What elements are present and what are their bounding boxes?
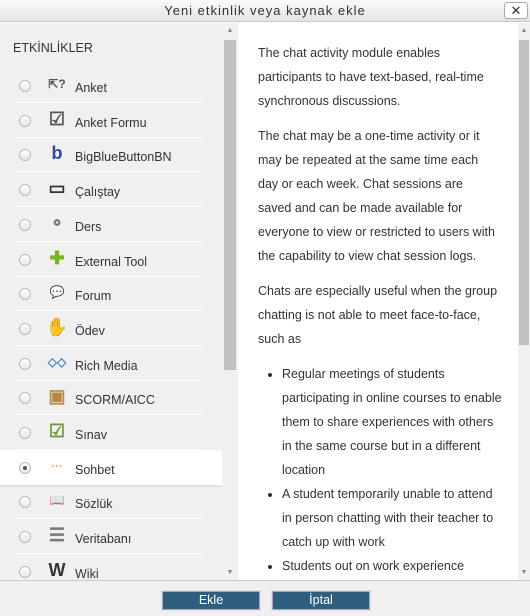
description-paragraph: The chat may be a one-time activity or i… [258, 129, 495, 263]
activity-radio[interactable] [19, 357, 31, 370]
description-paragraph: The chat activity module enables partici… [258, 46, 484, 108]
scrollbar-thumb[interactable] [519, 40, 529, 345]
add-button[interactable]: Ekle [162, 591, 260, 610]
description-paragraph: Chats are especially useful when the gro… [258, 284, 498, 346]
book-icon: 📖 [49, 493, 65, 508]
activity-label: Rich Media [75, 358, 138, 373]
description-bullet: Regular meetings of students participati… [282, 362, 504, 482]
dialog-title-bar: Yeni etkinlik veya kaynak ekle ✕ [0, 0, 530, 22]
activity-item[interactable]: W Wiki [0, 554, 222, 580]
activity-radio[interactable] [19, 253, 31, 266]
package-box-icon: ▣ [48, 386, 66, 407]
scroll-up-arrow-icon[interactable]: ▲ [222, 27, 238, 34]
activity-description: The chat activity module enables partici… [238, 23, 518, 580]
dialog-footer: Ekle İptal [0, 580, 530, 616]
activity-label: Sözlük [75, 497, 113, 512]
activities-heading: ETKİNLİKLER [13, 41, 93, 55]
activity-radio[interactable] [19, 218, 31, 231]
description-scrollbar[interactable]: ▲ ▼ [518, 23, 530, 580]
activity-radio[interactable] [19, 288, 31, 301]
activity-item[interactable]: ⚬ Ders [0, 207, 222, 242]
presentation-board-icon: ▭ [48, 178, 66, 199]
description-bullet: A student temporarily unable to attend i… [282, 482, 504, 554]
chat-bubble-icon: ··· [51, 458, 63, 473]
scroll-down-arrow-icon[interactable]: ▼ [518, 569, 530, 576]
activity-item[interactable]: ☑ Anket Formu [0, 103, 222, 138]
activity-list: ETKİNLİKLER ⇱? Anket ☑ Anket Formu b Big… [0, 23, 222, 580]
pointer-question-icon: ⇱? [48, 77, 66, 91]
scroll-down-arrow-icon[interactable]: ▼ [222, 569, 238, 576]
activity-radio[interactable] [19, 392, 31, 405]
activity-item[interactable]: ◇◇ Rich Media [0, 346, 222, 381]
activity-radio[interactable] [19, 184, 31, 197]
puzzle-icon: ✚ [49, 247, 65, 268]
bigbluebutton-icon: b [51, 143, 63, 164]
activity-item[interactable]: ··· Sohbet [0, 449, 222, 485]
flow-nodes-icon: ⚬ [49, 212, 65, 233]
description-bullet: Students out on work experience [282, 554, 504, 578]
scroll-up-arrow-icon[interactable]: ▲ [518, 27, 530, 34]
activity-radio[interactable] [19, 496, 31, 509]
checklist-icon: ☑ [48, 421, 66, 441]
activity-label: Anket [75, 81, 107, 95]
activity-list-scrollbar[interactable]: ▲ ▼ [222, 23, 238, 580]
activity-item[interactable]: 📖 Sözlük [0, 484, 222, 520]
wiki-icon: W [48, 559, 66, 580]
activity-item[interactable]: ☑ Sınav [0, 415, 222, 450]
activity-label: Veritabanı [75, 532, 132, 547]
activity-label: Çalıştay [75, 185, 121, 200]
activity-radio[interactable] [19, 531, 31, 544]
activity-radio[interactable] [19, 427, 31, 439]
activity-item[interactable]: ✋ Ödev [0, 311, 222, 346]
activity-item[interactable]: b BigBlueButtonBN [0, 137, 222, 173]
activity-radio[interactable] [19, 322, 31, 335]
activity-label: Ders [75, 219, 102, 234]
scrollbar-thumb[interactable] [224, 40, 236, 370]
activity-label: Wiki [75, 566, 99, 580]
activity-label: BigBlueButtonBN [75, 150, 172, 165]
activity-label: Forum [75, 289, 112, 304]
dialog-title: Yeni etkinlik veya kaynak ekle [164, 3, 366, 18]
activity-radio[interactable] [19, 114, 31, 127]
activity-label: Sınav [75, 428, 107, 442]
activity-item[interactable]: ▣ SCORM/AICC [0, 380, 222, 416]
activity-radio[interactable] [19, 149, 31, 162]
activity-radio[interactable] [19, 461, 31, 474]
activity-radio[interactable] [19, 565, 31, 578]
speech-bubble-icon: 💬 [49, 285, 65, 300]
activity-label: Ödev [75, 323, 105, 338]
activity-label: External Tool [75, 254, 148, 269]
activity-item[interactable]: ☰ Veritabanı [0, 519, 222, 555]
activity-label: Sohbet [75, 462, 115, 477]
activity-item[interactable]: ▭ Çalıştay [0, 172, 222, 208]
activity-item[interactable]: ✚ External Tool [0, 242, 222, 277]
checkbox-form-icon: ☑ [48, 108, 66, 129]
activity-item[interactable]: 💬 Forum [0, 276, 222, 312]
activity-item[interactable]: ⇱? Anket [0, 68, 222, 103]
rich-media-icon: ◇◇ [47, 354, 67, 369]
hand-paper-icon: ✋ [45, 316, 69, 337]
cancel-button[interactable]: İptal [272, 591, 370, 610]
activity-label: SCORM/AICC [75, 393, 155, 408]
close-button[interactable]: ✕ [504, 2, 528, 19]
database-icon: ☰ [48, 525, 66, 546]
activity-label: Anket Formu [75, 115, 147, 130]
activity-radio[interactable] [19, 80, 31, 92]
